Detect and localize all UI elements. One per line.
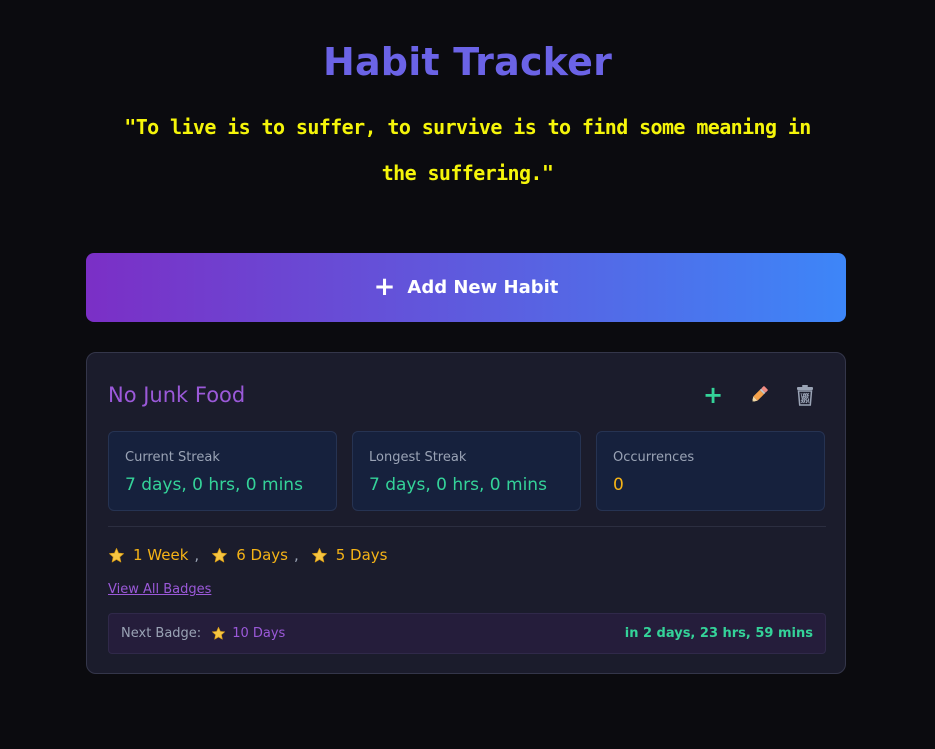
stat-label: Current Streak [125,450,220,465]
habit-name: No Junk Food [108,383,246,407]
view-all-badges-link[interactable]: View All Badges [108,582,211,597]
star-icon [311,547,328,564]
pencil-icon [751,386,768,403]
delete-habit-button[interactable] [791,381,819,409]
badge-label: 6 Days [236,546,288,564]
stat-label: Occurrences [613,450,695,465]
habit-stats: Current Streak 7 days, 0 hrs, 0 mins Lon… [108,431,825,511]
badge-label: 1 Week [133,546,189,564]
next-badge-countdown: in 2 days, 23 hrs, 59 mins [624,626,813,641]
badge-item: 6 Days [211,546,288,564]
divider [108,526,826,527]
star-icon [211,626,226,641]
badge-item: 5 Days [311,546,388,564]
occurrences-stat: Occurrences 0 [596,431,825,511]
plus-icon: + [373,271,396,302]
badge-label: 5 Days [335,546,388,564]
add-new-habit-label: Add New Habit [407,277,559,298]
next-badge-label: Next Badge: [121,626,202,641]
motivational-quote: "To live is to suffer, to survive is to … [124,115,811,185]
trash-icon [797,385,813,406]
page-title: Habit Tracker [322,40,613,84]
add-occurrence-button[interactable]: + [699,381,727,409]
next-badge-name: 10 Days [232,626,286,641]
stat-label: Longest Streak [369,450,467,465]
stat-value: 0 [613,475,624,495]
add-new-habit-button[interactable]: + Add New Habit [86,253,846,322]
plus-icon: + [702,381,724,409]
stat-value: 7 days, 0 hrs, 0 mins [369,475,547,495]
badge-separator: , [293,546,299,564]
star-icon [108,547,125,564]
next-badge-panel: Next Badge: 10 Days in 2 days, 23 hrs, 5… [108,613,826,654]
star-icon [211,547,228,564]
earned-badges: 1 Week , 6 Days , 5 Days [108,546,387,564]
edit-habit-button[interactable] [745,381,773,409]
stat-value: 7 days, 0 hrs, 0 mins [125,475,303,495]
badge-separator: , [194,546,200,564]
current-streak-stat: Current Streak 7 days, 0 hrs, 0 mins [108,431,337,511]
longest-streak-stat: Longest Streak 7 days, 0 hrs, 0 mins [352,431,581,511]
habit-actions: + [699,381,819,409]
badge-item: 1 Week [108,546,188,564]
habit-card: No Junk Food + Current Streak 7 days, 0 … [86,352,846,674]
